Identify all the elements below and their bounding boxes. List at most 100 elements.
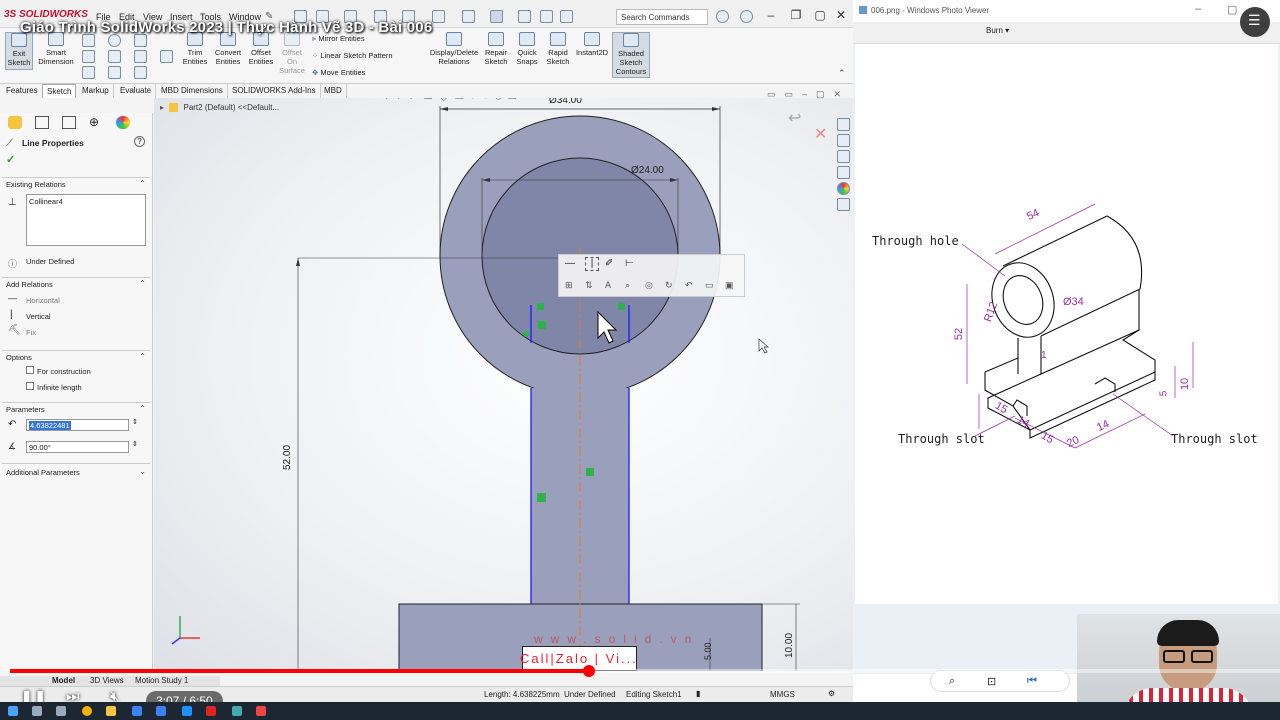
redo-icon[interactable] <box>462 10 475 23</box>
add-relations-header[interactable]: Add Relations <box>6 280 53 289</box>
vertical-icon[interactable]: | <box>10 309 13 320</box>
file-properties-icon[interactable] <box>540 10 553 23</box>
sketch-rectangle-icon[interactable] <box>82 50 95 63</box>
dim-xpert-icon[interactable]: ⊕ <box>89 116 103 129</box>
existing-relations-header[interactable]: Existing Relations <box>6 180 66 189</box>
task-explorer-icon[interactable] <box>837 166 850 179</box>
ok-check-icon[interactable]: ✓ <box>6 153 15 166</box>
sketch-polygon-icon[interactable] <box>108 50 121 63</box>
tab-evaluate[interactable]: Evaluate <box>116 84 157 98</box>
relations-list[interactable]: Collinear4 <box>26 194 146 246</box>
tab-mbd[interactable]: MBD <box>320 84 347 98</box>
dim-outer-diameter[interactable]: Ø34.00 <box>549 98 582 106</box>
options-gear-icon[interactable] <box>560 10 573 23</box>
sketch-point-icon[interactable] <box>108 66 121 79</box>
burn-menu[interactable]: Burn ▾ <box>986 26 1009 35</box>
maximize-icon[interactable]: ▢ <box>813 8 827 22</box>
tree-item-part[interactable]: Part2 (Default) <<Default... <box>183 103 279 112</box>
chevron-up-icon[interactable]: ⌃ <box>139 352 146 361</box>
exit-sketch-button[interactable]: Exit Sketch <box>5 32 33 70</box>
app-icon[interactable] <box>132 706 142 716</box>
dim-small[interactable]: 5.00 <box>703 642 713 660</box>
horizontal-icon[interactable]: — <box>8 293 17 303</box>
tab-mbd-dimensions[interactable]: MBD Dimensions <box>157 84 228 98</box>
horizontal-relation[interactable]: Horizontal <box>26 296 60 305</box>
tab-features[interactable]: Features <box>2 84 43 98</box>
close-icon[interactable]: ✕ <box>834 8 848 22</box>
app-icon[interactable] <box>182 706 192 716</box>
fix-icon[interactable]: ⛏ <box>8 325 21 336</box>
rebuild-icon[interactable] <box>518 10 531 23</box>
restore-icon[interactable]: ❐ <box>789 8 803 22</box>
undo-icon[interactable] <box>432 10 445 23</box>
smart-dimension-button[interactable]: Smart Dimension <box>36 32 76 66</box>
search-taskbar-icon[interactable] <box>32 706 42 716</box>
photo-viewer-taskbar-icon[interactable] <box>232 706 242 716</box>
ctx-tool-icon[interactable]: ⇅ <box>585 280 593 291</box>
task-appearances-icon[interactable] <box>837 182 850 195</box>
chevron-up-icon[interactable]: ⌃ <box>139 279 146 288</box>
infinite-length-checkbox[interactable] <box>26 382 34 390</box>
task-view-icon[interactable] <box>56 706 66 716</box>
tab-markup[interactable]: Markup <box>78 84 114 98</box>
sketch-slot-icon[interactable] <box>82 66 95 79</box>
task-library-icon[interactable] <box>837 150 850 163</box>
rapid-sketch-button[interactable]: Rapid Sketch <box>544 32 572 66</box>
ctx-tool-icon[interactable]: ▭ <box>705 280 714 291</box>
additional-parameters-header[interactable]: Additional Parameters <box>6 468 80 477</box>
shaded-sketch-contours-button[interactable]: Shaded Sketch Contours <box>612 32 650 78</box>
ctx-tool-icon[interactable]: ▣ <box>725 280 734 291</box>
graphics-area[interactable]: Ø34.00 Ø24.00 52.00 5.00 10.00 www.solid… <box>154 98 853 671</box>
quick-snaps-button[interactable]: Quick Snaps <box>514 32 540 66</box>
feature-tree-flyout[interactable]: ▸ Part2 (Default) <<Default... <box>160 103 279 113</box>
instant2d-button[interactable]: Instant2D <box>575 32 609 57</box>
chevron-up-icon[interactable]: ⌃ <box>139 179 146 188</box>
task-home-icon[interactable] <box>837 118 850 131</box>
for-construction-checkbox[interactable] <box>26 366 34 374</box>
minimize-icon[interactable]: – <box>764 8 778 22</box>
confirm-corner-icon[interactable]: ↩ <box>788 108 801 128</box>
dim-height[interactable]: 52.00 <box>282 445 293 470</box>
display-delete-relations-button[interactable]: Display/Delete Relations <box>428 32 480 66</box>
linear-sketch-pattern-button[interactable]: ⁘ Linear Sketch Pattern <box>312 51 393 60</box>
offset-on-surface-button[interactable]: Offset On Surface <box>278 32 306 75</box>
construction-icon[interactable]: ⊢ <box>625 258 634 269</box>
ctx-tool-icon[interactable]: A <box>605 280 611 290</box>
chevron-up-icon[interactable]: ⌃ <box>139 404 146 413</box>
convert-entities-button[interactable]: Convert Entities <box>212 32 244 66</box>
app-icon[interactable] <box>256 706 266 716</box>
video-title[interactable]: Giáo Trình SolidWorks 2023 | Thực Hành V… <box>20 19 432 36</box>
chevron-down-icon[interactable]: ⌄ <box>139 467 146 476</box>
vertical-relation-icon[interactable]: | <box>585 257 599 271</box>
offset-entities-button[interactable]: Offset Entities <box>246 32 276 66</box>
help-icon[interactable] <box>740 10 753 23</box>
search-commands-input[interactable]: Search Commands <box>616 9 708 25</box>
chrome-icon[interactable] <box>82 706 92 716</box>
task-custom-properties-icon[interactable] <box>837 198 850 211</box>
collapse-ribbon-icon[interactable]: ⌃ <box>838 68 846 79</box>
viewer-maximize-icon[interactable]: ▢ <box>1227 3 1237 16</box>
task-resources-icon[interactable] <box>837 134 850 147</box>
sketch-text-icon[interactable] <box>134 50 147 63</box>
ctx-tool-icon[interactable]: ⊞ <box>565 280 573 291</box>
fix-relation-icon[interactable]: ✐ <box>605 258 613 269</box>
sketch-canvas[interactable] <box>154 98 853 671</box>
viewer-minimize-icon[interactable]: – <box>1195 3 1201 15</box>
vertical-relation[interactable]: Vertical <box>26 312 51 321</box>
move-entities-button[interactable]: ✥ Move Entities <box>312 68 365 77</box>
tab-solidworks-addins[interactable]: SOLIDWORKS Add-Ins <box>228 84 321 98</box>
cancel-corner-icon[interactable]: ✕ <box>814 124 827 144</box>
dim-inner-diameter[interactable]: Ø24.00 <box>631 165 664 176</box>
angle-spinner-icon[interactable]: ⇕ <box>132 440 138 448</box>
pm-help-icon[interactable]: ? <box>134 136 145 147</box>
video-progress-bar[interactable] <box>10 665 1280 677</box>
length-spinner-icon[interactable]: ⇕ <box>132 418 138 426</box>
expand-icon[interactable]: ▸ <box>160 103 164 112</box>
feature-manager-icon[interactable] <box>8 116 22 129</box>
display-manager-icon[interactable] <box>116 116 130 129</box>
start-icon[interactable] <box>8 706 18 716</box>
app-icon[interactable] <box>156 706 166 716</box>
ctx-tool-icon[interactable]: ⌕ <box>625 280 630 291</box>
tab-sketch[interactable]: Sketch <box>42 84 77 98</box>
relation-item[interactable]: Collinear4 <box>29 197 63 206</box>
